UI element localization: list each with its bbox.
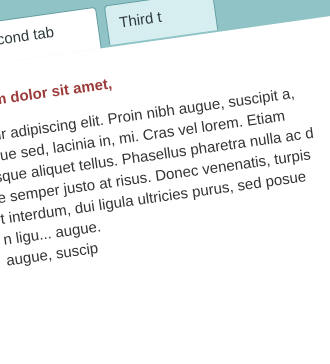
rotated-viewport: econd tab Third t um dolor sit amet, tur… — [0, 0, 330, 364]
tab-second-label: econd tab — [0, 23, 56, 50]
tab-content-panel: um dolor sit amet, tur adipiscing elit. … — [0, 8, 330, 364]
tab-third-label: Third t — [118, 8, 163, 32]
